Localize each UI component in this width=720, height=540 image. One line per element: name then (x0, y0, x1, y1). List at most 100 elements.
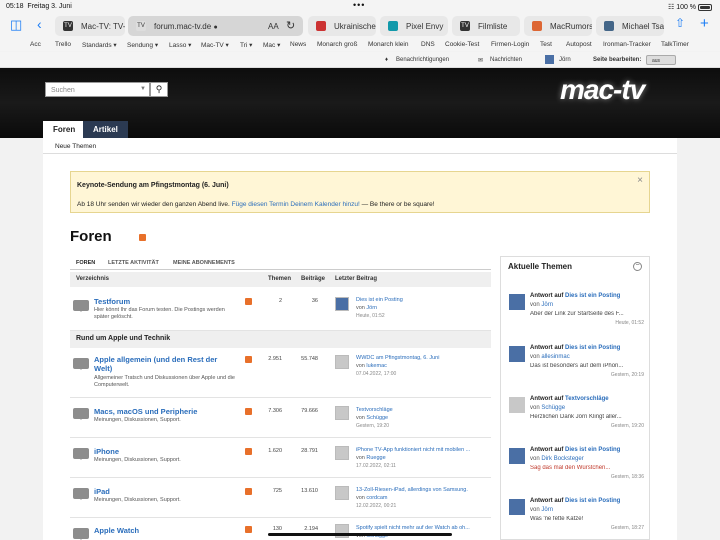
tab-michael-tsai[interactable]: Michael Tsai (596, 16, 664, 36)
tab-subscriptions[interactable]: MEINE ABONNEMENTS (173, 260, 235, 266)
forum-title[interactable]: iPhone (94, 447, 119, 456)
avatar[interactable] (335, 297, 349, 311)
recent-item[interactable]: Antwort auf Dies ist ein Posting von all… (508, 345, 644, 385)
rss-icon[interactable] (245, 408, 252, 415)
rss-icon[interactable] (245, 488, 252, 495)
chevron-down-icon[interactable]: ▼ (140, 86, 146, 92)
bookmark-item[interactable]: Acc (30, 41, 41, 48)
rss-icon[interactable] (245, 526, 252, 533)
bookmark-item[interactable]: Sendung ▾ (127, 41, 158, 49)
rss-icon[interactable] (139, 234, 146, 241)
multitask-dots[interactable]: ••• (353, 0, 365, 10)
user-link[interactable]: cordcam (366, 495, 387, 501)
thread-link[interactable]: Dies ist ein Posting (565, 498, 620, 504)
recent-item[interactable]: Antwort auf Textvorschläge von Schügge H… (508, 396, 644, 436)
bookmark-item[interactable]: Monarch klein (368, 41, 408, 48)
user-link[interactable]: Jörn (559, 57, 571, 63)
bookmark-item[interactable]: Lasso ▾ (169, 41, 191, 49)
avatar[interactable] (335, 486, 349, 500)
tab-recent-activity[interactable]: LETZTE AKTIVITÄT (108, 260, 159, 266)
back-icon[interactable]: ‹ (37, 16, 42, 32)
bookmark-item[interactable]: Trello (55, 41, 71, 48)
avatar[interactable] (545, 55, 554, 64)
avatar[interactable] (509, 346, 525, 362)
new-tab-icon[interactable]: + (700, 15, 709, 32)
tab-foren-list[interactable]: FOREN (76, 260, 95, 266)
last-post-title[interactable]: WWDC am Pfingstmontag, 6. Juni (356, 355, 439, 362)
bookmark-item[interactable]: TalkTimer (661, 41, 689, 48)
thread-link[interactable]: Textvorschläge (565, 396, 609, 402)
edit-toggle[interactable]: aus (646, 55, 676, 65)
forum-title[interactable]: Testforum (94, 297, 130, 306)
tab-mac-tv[interactable]: TV Mac-TV: TV-I (55, 16, 125, 36)
recent-item[interactable]: Antwort auf Dies ist ein Posting von Jör… (508, 293, 644, 333)
bookmark-item[interactable]: Tri ▾ (240, 41, 252, 49)
messages-link[interactable]: Nachrichten (490, 57, 522, 63)
tab-forum-address[interactable]: TV forum.mac-tv.de ● AA ↻ (128, 16, 303, 36)
bookmark-item[interactable]: DNS (421, 41, 435, 48)
search-input[interactable]: Suchen (45, 82, 150, 97)
tab-macrumors[interactable]: MacRumors: (524, 16, 592, 36)
search-button[interactable]: ⚲ (150, 82, 168, 97)
new-threads-link[interactable]: Neue Themen (55, 143, 96, 150)
reader-aa-button[interactable]: AA (268, 22, 279, 31)
rss-icon[interactable] (245, 298, 252, 305)
user-link[interactable]: Jörn (541, 302, 553, 308)
avatar[interactable] (335, 446, 349, 460)
close-icon[interactable]: × (637, 175, 643, 186)
recent-item[interactable]: Antwort auf Dies ist ein Posting von Dir… (508, 447, 644, 487)
address-text[interactable]: forum.mac-tv.de (154, 22, 211, 31)
user-link[interactable]: Schügge (541, 405, 565, 411)
bookmark-item[interactable]: News (290, 41, 306, 48)
sidebar-icon[interactable]: ◫ (10, 17, 22, 33)
calendar-link[interactable]: Füge diesen Termin Deinem Kalender hinzu… (232, 201, 360, 208)
last-post-title[interactable]: 13-Zoll-Riesen-iPad, allerdings von Sams… (356, 487, 468, 494)
bookmark-item[interactable]: Ironman-Tracker (603, 41, 651, 48)
last-post-title[interactable]: Textvorschläge (356, 407, 393, 414)
avatar[interactable] (509, 499, 525, 515)
site-logo[interactable]: mac-tv (560, 74, 645, 106)
forum-title[interactable]: Macs, macOS und Peripherie (94, 407, 197, 416)
forum-title[interactable]: Apple allgemein (und den Rest der Welt) (94, 355, 224, 373)
bookmark-item[interactable]: Firmen-Login (491, 41, 529, 48)
user-link[interactable]: Jörn (366, 305, 377, 311)
category-header[interactable]: Rund um Apple und Technik (70, 331, 491, 348)
bookmark-item[interactable]: Cookie-Test (445, 41, 479, 48)
bookmark-item[interactable]: Test (540, 41, 552, 48)
reload-icon[interactable]: ↻ (286, 19, 295, 32)
user-link[interactable]: Jörn (541, 507, 553, 513)
tab-foren[interactable]: Foren (43, 121, 86, 138)
avatar[interactable] (509, 397, 525, 413)
share-icon[interactable]: ⇧ (675, 16, 685, 30)
forum-title[interactable]: iPad (94, 487, 110, 496)
thread-link[interactable]: Dies ist ein Posting (565, 345, 620, 351)
tab-pixel-envy[interactable]: Pixel Envy (380, 16, 448, 36)
last-post-title[interactable]: Dies ist ein Posting (356, 297, 403, 304)
user-link[interactable]: Ruegge (366, 455, 385, 461)
tab-filmliste[interactable]: TV Filmliste (452, 16, 520, 36)
collapse-icon[interactable]: − (633, 262, 642, 271)
avatar[interactable] (335, 406, 349, 420)
tab-ukrainische[interactable]: Ukrainische I (308, 16, 376, 36)
last-post-title[interactable]: iPhone TV-App funktioniert nicht mit mob… (356, 447, 470, 454)
bookmark-item[interactable]: Mac-TV ▾ (201, 41, 229, 49)
user-link[interactable]: lukemac (366, 363, 386, 369)
tab-artikel[interactable]: Artikel (83, 121, 128, 138)
last-post-title[interactable]: Spotify spielt nicht mehr auf der Watch … (356, 525, 470, 532)
bookmark-item[interactable]: Mac ▾ (263, 41, 280, 49)
avatar[interactable] (509, 294, 525, 310)
bookmark-item[interactable]: Monarch groß (317, 41, 357, 48)
rss-icon[interactable] (245, 448, 252, 455)
user-link[interactable]: allesinmac (541, 354, 569, 360)
avatar[interactable] (335, 355, 349, 369)
recent-item[interactable]: Antwort auf Dies ist ein Posting von Jör… (508, 498, 644, 538)
user-link[interactable]: Dirk Bocksteger (541, 456, 583, 462)
rss-icon[interactable] (245, 356, 252, 363)
notifications-link[interactable]: Benachrichtigungen (396, 57, 449, 63)
bookmark-item[interactable]: Autopost (566, 41, 592, 48)
user-link[interactable]: Schügge (366, 415, 388, 421)
thread-link[interactable]: Dies ist ein Posting (565, 447, 620, 453)
home-indicator[interactable] (268, 533, 452, 536)
bookmark-item[interactable]: Standards ▾ (82, 41, 117, 49)
avatar[interactable] (509, 448, 525, 464)
